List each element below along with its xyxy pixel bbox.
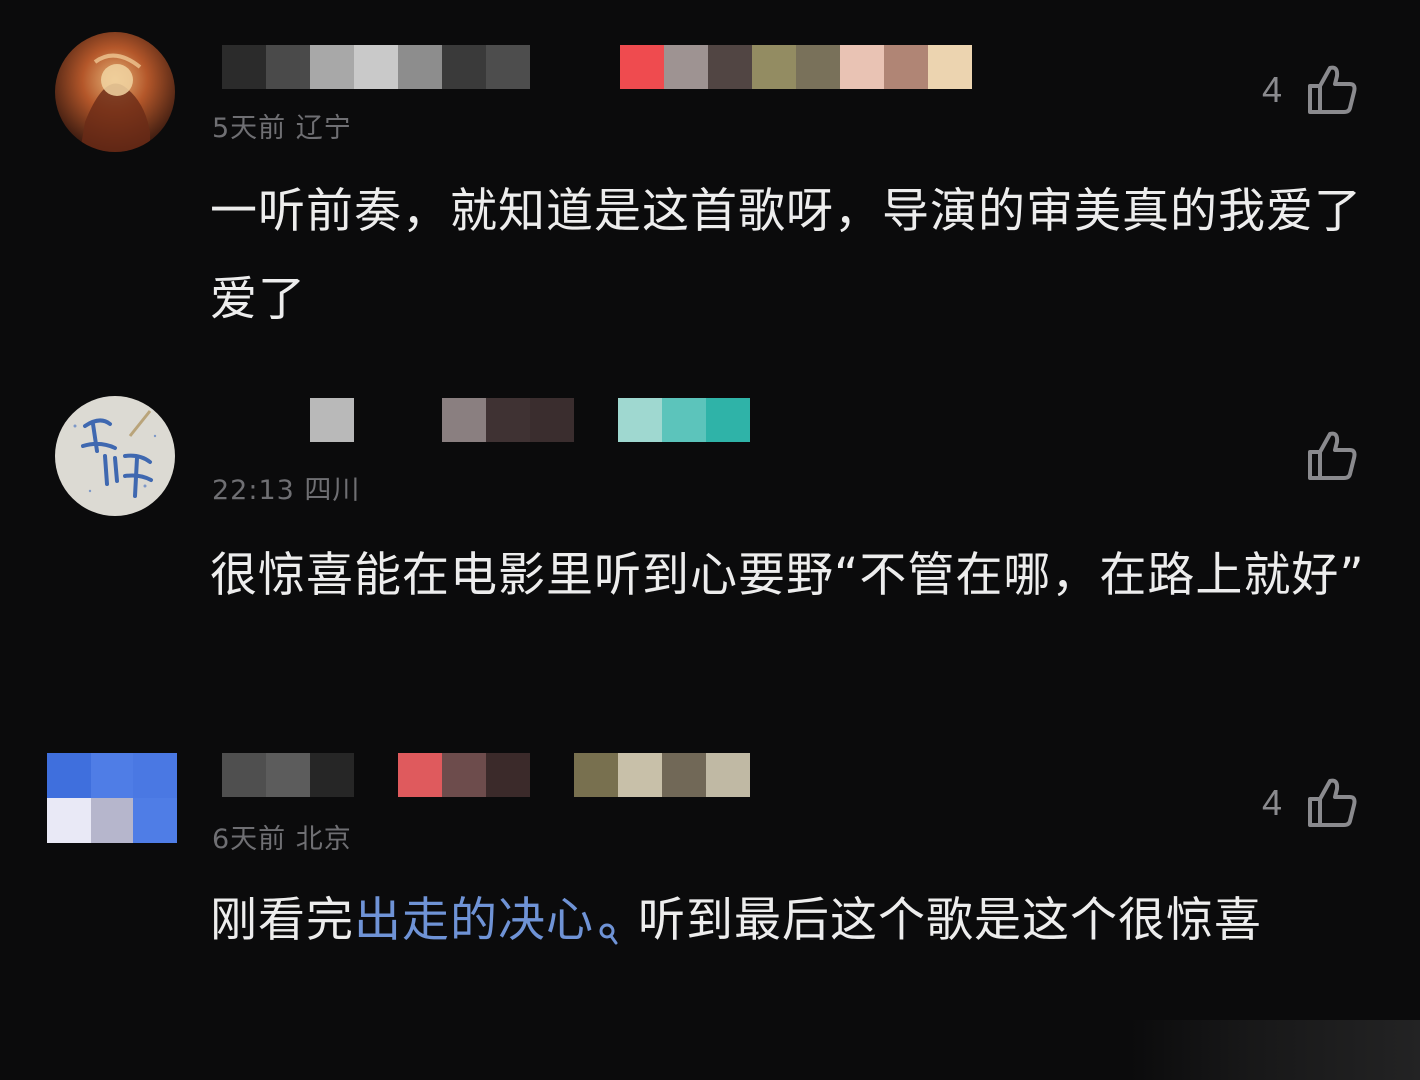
avatar-image bbox=[55, 396, 175, 516]
redaction-block bbox=[664, 45, 708, 89]
redaction-block bbox=[266, 45, 310, 89]
watermark bbox=[1130, 1020, 1420, 1080]
comment-text: 很惊喜能在电影里听到心要野“不管在哪，在路上就好” bbox=[210, 548, 1365, 603]
comment-text: 一听前奏，就知道是这首歌呀，导演的审美真的我爱了爱了 bbox=[210, 184, 1362, 327]
redaction-block bbox=[266, 753, 310, 797]
comment-meta: 6天前 北京 bbox=[212, 824, 352, 855]
redaction-block bbox=[618, 398, 662, 442]
username-redacted[interactable] bbox=[222, 753, 750, 797]
redaction-block bbox=[662, 398, 706, 442]
redaction-block bbox=[928, 45, 972, 89]
thumbs-up-icon bbox=[1304, 62, 1360, 118]
comment-text-after: 听到最后这个歌是这个很惊喜 bbox=[638, 893, 1262, 948]
like-button[interactable]: 4 bbox=[1262, 62, 1360, 118]
redaction-block bbox=[486, 753, 530, 797]
redaction-block bbox=[354, 45, 398, 89]
topic-link[interactable]: 出走的决心 bbox=[354, 893, 638, 948]
like-button[interactable]: 4 bbox=[1262, 775, 1360, 831]
redaction-block bbox=[442, 753, 486, 797]
comment-text: 刚看完出走的决心 听到最后这个歌是这个很惊喜 bbox=[210, 877, 1380, 979]
redaction-block bbox=[222, 45, 266, 89]
redaction-block bbox=[310, 398, 354, 442]
redaction-block bbox=[310, 753, 354, 797]
redaction-block bbox=[620, 45, 664, 89]
redaction-block bbox=[884, 45, 928, 89]
redaction-block bbox=[442, 45, 486, 89]
redaction-block bbox=[442, 398, 486, 442]
redaction-block bbox=[574, 753, 618, 797]
avatar-image bbox=[55, 32, 175, 152]
redaction-block bbox=[310, 45, 354, 89]
redaction-block bbox=[796, 45, 840, 89]
like-count: 4 bbox=[1261, 782, 1282, 823]
redaction-block bbox=[752, 45, 796, 89]
redaction-block bbox=[840, 45, 884, 89]
topic-link-label: 出走的决心 bbox=[354, 893, 594, 948]
comment-text-before: 刚看完 bbox=[210, 893, 354, 948]
thumbs-up-icon bbox=[1304, 775, 1360, 831]
avatar[interactable] bbox=[55, 32, 175, 152]
comment-item: 5天前 辽宁 4 一听前奏，就知道是这首歌呀，导演的审美真的我爱了爱了 bbox=[0, 0, 1420, 360]
comment-item: 22:13 四川 很惊喜能在电影里听到心要野“不管在哪，在路上就好” bbox=[0, 360, 1420, 715]
redaction-block bbox=[398, 753, 442, 797]
comment-meta: 22:13 四川 bbox=[212, 475, 361, 506]
redaction-block bbox=[706, 398, 750, 442]
redaction-block bbox=[662, 753, 706, 797]
redaction-block bbox=[486, 45, 530, 89]
username-redacted[interactable] bbox=[222, 398, 750, 442]
redaction-block bbox=[486, 398, 530, 442]
username-redacted[interactable] bbox=[222, 45, 972, 89]
comment-meta: 5天前 辽宁 bbox=[212, 113, 352, 144]
redaction-block bbox=[618, 753, 662, 797]
avatar[interactable] bbox=[47, 753, 177, 843]
redaction-block bbox=[708, 45, 752, 89]
thumbs-up-icon bbox=[1304, 428, 1360, 484]
avatar[interactable] bbox=[55, 396, 175, 516]
avatar-image bbox=[47, 753, 177, 843]
like-button[interactable] bbox=[1282, 428, 1360, 484]
redaction-block bbox=[530, 398, 574, 442]
search-icon bbox=[598, 891, 620, 979]
like-count: 4 bbox=[1261, 69, 1282, 110]
redaction-block bbox=[398, 45, 442, 89]
redaction-block bbox=[706, 753, 750, 797]
redaction-block bbox=[222, 753, 266, 797]
